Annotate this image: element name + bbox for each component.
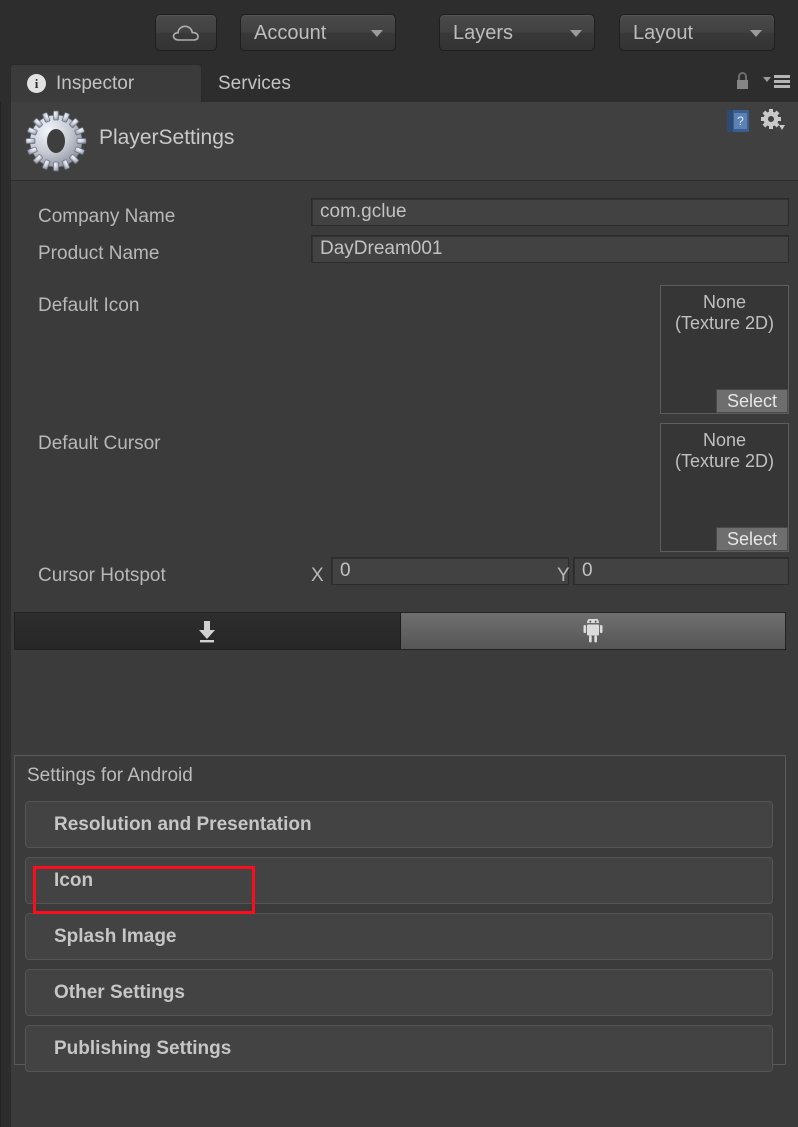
default-cursor-select-button[interactable]: Select xyxy=(716,527,788,551)
cursor-hotspot-y-label: Y xyxy=(557,565,570,586)
page-title: PlayerSettings xyxy=(99,126,235,149)
cursor-hotspot-y-input[interactable]: 0 xyxy=(573,557,789,585)
section-label: Splash Image xyxy=(54,926,177,947)
cursor-hotspot-x-label: X xyxy=(311,565,324,586)
cursor-hotspot-label: Cursor Hotspot xyxy=(38,565,166,586)
company-name-input[interactable]: com.gclue xyxy=(311,198,789,226)
company-name-label: Company Name xyxy=(38,206,176,227)
default-icon-object-field[interactable]: None (Texture 2D) Select xyxy=(660,285,789,414)
inspector-body: PlayerSettings ? Company Name com.gclue … xyxy=(0,102,798,1127)
settings-for-heading: Settings for Android xyxy=(27,765,193,786)
account-label: Account xyxy=(254,21,327,44)
chevron-down-icon xyxy=(371,29,383,37)
info-icon: i xyxy=(27,74,46,93)
layout-dropdown-button[interactable]: Layout xyxy=(619,14,775,51)
layout-label: Layout xyxy=(633,21,694,44)
platform-tab-android[interactable] xyxy=(400,613,785,649)
product-name-label: Product Name xyxy=(38,243,160,264)
default-icon-select-button[interactable]: Select xyxy=(716,389,788,413)
standalone-download-icon xyxy=(195,619,219,643)
tab-bar-controls xyxy=(734,71,790,91)
chevron-down-icon xyxy=(750,29,762,37)
default-cursor-label: Default Cursor xyxy=(38,433,161,454)
default-icon-value-line2: (Texture 2D) xyxy=(674,313,775,333)
platform-settings-panel: Settings for Android Resolution and Pres… xyxy=(14,755,786,1072)
tab-inspector[interactable]: i Inspector xyxy=(10,64,202,102)
section-icon[interactable]: Icon xyxy=(25,857,773,904)
tab-services-label: Services xyxy=(218,72,291,94)
lock-icon[interactable] xyxy=(734,71,751,91)
chevron-down-icon xyxy=(570,29,582,37)
tab-services[interactable]: Services xyxy=(207,64,327,102)
section-publishing-settings[interactable]: Publishing Settings xyxy=(25,1025,773,1072)
cloud-icon xyxy=(171,23,201,43)
account-dropdown-button[interactable]: Account xyxy=(240,14,396,51)
platform-tab-standalone[interactable] xyxy=(15,613,401,649)
default-icon-label: Default Icon xyxy=(38,295,140,316)
top-toolbar: Account Layers Layout xyxy=(0,0,798,63)
section-label: Icon xyxy=(54,870,94,891)
component-header: PlayerSettings xyxy=(11,102,798,181)
layers-label: Layers xyxy=(453,21,514,44)
default-cursor-value-line1: None xyxy=(702,430,747,450)
cursor-hotspot-x-input[interactable]: 0 xyxy=(331,557,569,585)
section-label: Resolution and Presentation xyxy=(54,814,312,835)
default-cursor-value-line2: (Texture 2D) xyxy=(674,451,775,471)
section-label: Other Settings xyxy=(54,982,185,1003)
section-label: Publishing Settings xyxy=(54,1038,232,1059)
section-splash-image[interactable]: Splash Image xyxy=(25,913,773,960)
android-robot-icon xyxy=(583,619,603,643)
section-resolution-and-presentation[interactable]: Resolution and Presentation xyxy=(25,801,773,848)
hamburger-menu-icon[interactable] xyxy=(762,73,790,90)
platform-tab-bar xyxy=(14,612,786,650)
svg-text:?: ? xyxy=(737,114,744,128)
default-cursor-object-field[interactable]: None (Texture 2D) Select xyxy=(660,423,789,552)
panel-tab-bar: i Inspector Services xyxy=(0,62,798,102)
section-other-settings[interactable]: Other Settings xyxy=(25,969,773,1016)
tab-inspector-label: Inspector xyxy=(56,73,135,94)
inspector-left-gutter xyxy=(1,102,11,1127)
cloud-services-button[interactable] xyxy=(155,14,217,51)
layers-dropdown-button[interactable]: Layers xyxy=(439,14,595,51)
product-name-input[interactable]: DayDream001 xyxy=(311,235,789,263)
unity-inspector-window: Account Layers Layout i Inspector Servic… xyxy=(0,0,798,1127)
default-icon-value-line1: None xyxy=(702,292,747,312)
